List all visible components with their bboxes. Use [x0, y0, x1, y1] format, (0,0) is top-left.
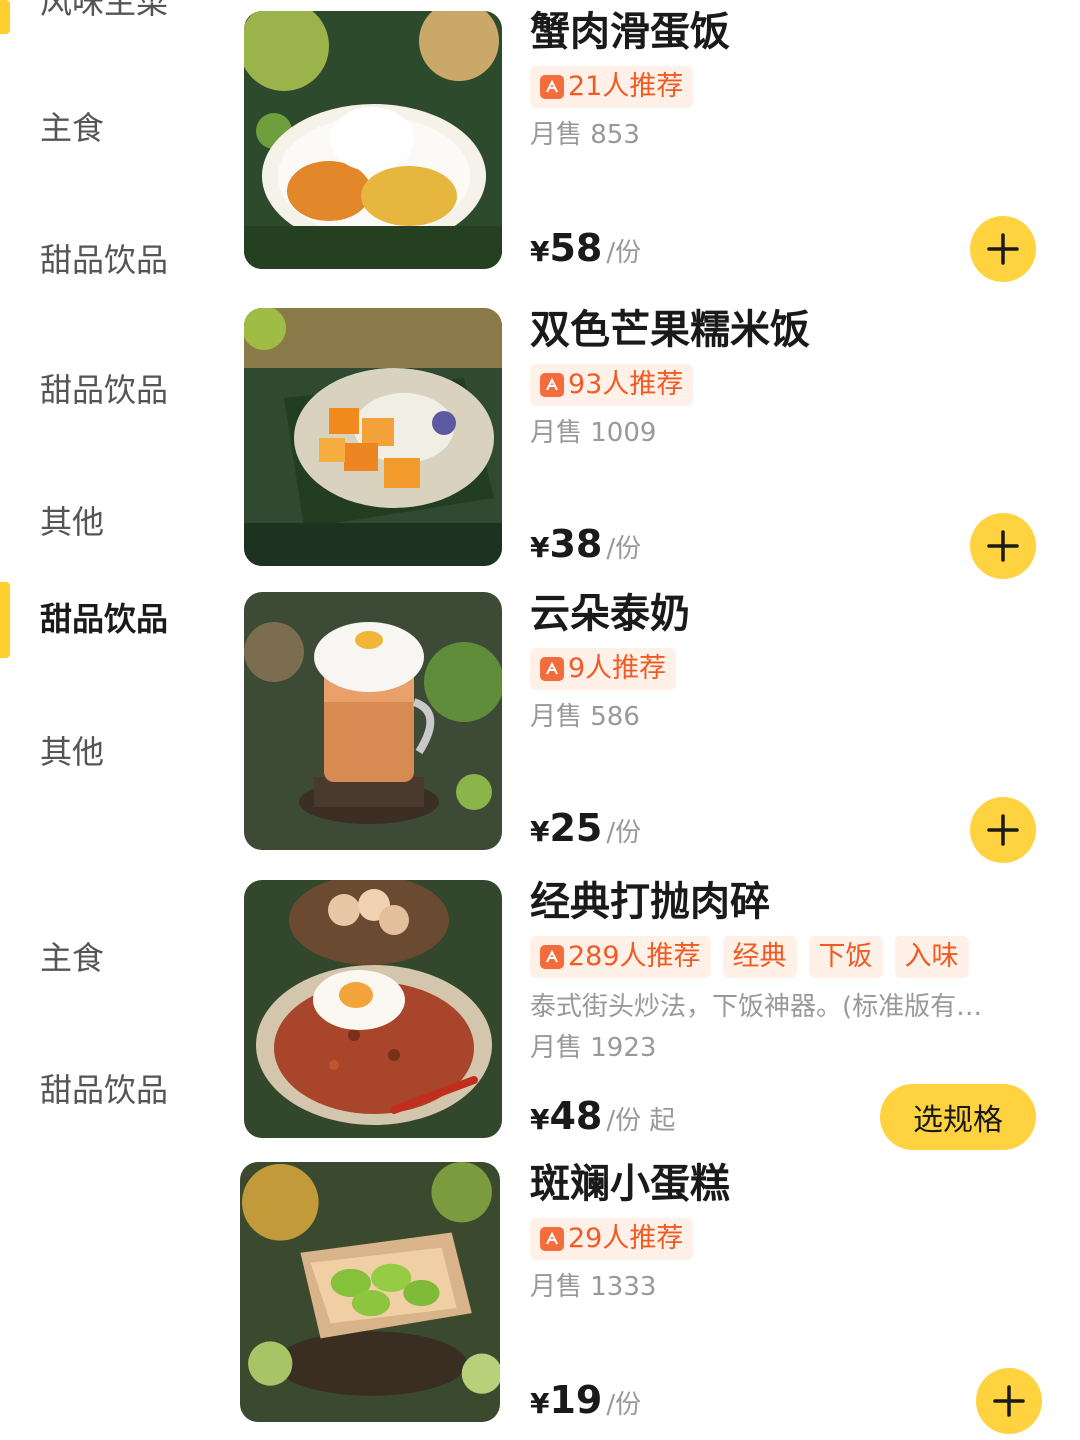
- price-value: 58: [549, 226, 603, 270]
- tag-row: 93人推荐: [530, 364, 694, 406]
- tag-goes-with-rice: 下饭: [808, 936, 883, 978]
- menu-item[interactable]: 云朵泰奶 9人推荐 月售 586 ¥25/份: [0, 584, 1080, 868]
- recommend-count: 289人推荐: [568, 941, 701, 972]
- monthly-sales: 月售 586: [530, 702, 640, 732]
- dish-photo-cloud-thai-milk-tea[interactable]: [244, 592, 502, 850]
- tag-row: 289人推荐 经典 下饭 入味: [530, 936, 969, 978]
- add-to-cart-button[interactable]: [970, 216, 1036, 282]
- recommend-icon: [540, 945, 564, 969]
- recommend-icon: [540, 373, 564, 397]
- recommend-badge: 93人推荐: [530, 364, 694, 406]
- recommend-badge: 21人推荐: [530, 66, 694, 108]
- recommend-badge: 289人推荐: [530, 936, 711, 978]
- menu-item[interactable]: 经典打抛肉碎 289人推荐 经典 下饭 入味 泰式街头炒法，下饭神器。(标准版有…: [0, 872, 1080, 1152]
- price-unit: /份: [606, 818, 642, 848]
- currency-symbol: ¥: [530, 531, 550, 564]
- dish-name: 双色芒果糯米饭: [530, 307, 810, 353]
- recommend-count: 9人推荐: [568, 653, 667, 684]
- menu-item[interactable]: 蟹肉滑蛋饭 21人推荐 月售 853 ¥58/份: [0, 0, 1080, 290]
- price: ¥25/份: [530, 806, 641, 850]
- price-unit: /份 起: [606, 1106, 676, 1136]
- monthly-sales: 月售 1333: [530, 1272, 657, 1302]
- price-unit: /份: [606, 534, 642, 564]
- monthly-sales: 月售 1009: [530, 418, 657, 448]
- recommend-count: 29人推荐: [568, 1223, 684, 1254]
- price-unit: /份: [606, 238, 642, 268]
- dish-name: 蟹肉滑蛋饭: [530, 9, 730, 55]
- dish-name: 斑斓小蛋糕: [530, 1161, 730, 1207]
- monthly-sales: 月售 1923: [530, 1033, 657, 1063]
- recommend-badge: 9人推荐: [530, 648, 677, 690]
- tag-row: 21人推荐: [530, 66, 694, 108]
- price-value: 19: [549, 1378, 603, 1422]
- add-to-cart-button[interactable]: [970, 797, 1036, 863]
- menu-item[interactable]: 双色芒果糯米饭 93人推荐 月售 1009 ¥38/份: [0, 300, 1080, 580]
- recommend-icon: [540, 75, 564, 99]
- recommend-badge: 29人推荐: [530, 1218, 694, 1260]
- dish-name: 经典打抛肉碎: [530, 879, 770, 925]
- plus-icon: [987, 530, 1019, 562]
- recommend-icon: [540, 657, 564, 681]
- add-to-cart-button[interactable]: [970, 513, 1036, 579]
- tag-classic: 经典: [722, 936, 797, 978]
- plus-icon: [987, 233, 1019, 265]
- tag-row: 29人推荐: [530, 1218, 694, 1260]
- plus-icon: [993, 1385, 1025, 1417]
- recommend-count: 21人推荐: [568, 71, 684, 102]
- currency-symbol: ¥: [530, 1103, 550, 1136]
- tag-flavorful: 入味: [894, 936, 969, 978]
- currency-symbol: ¥: [530, 235, 550, 268]
- recommend-count: 93人推荐: [568, 369, 684, 400]
- add-to-cart-button[interactable]: [976, 1368, 1042, 1434]
- price: ¥38/份: [530, 522, 641, 566]
- price-value: 25: [549, 806, 603, 850]
- dish-photo-crab-egg-rice[interactable]: [244, 11, 502, 269]
- price-value: 48: [549, 1094, 603, 1138]
- recommend-icon: [540, 1227, 564, 1251]
- price: ¥58/份: [530, 226, 641, 270]
- currency-symbol: ¥: [530, 815, 550, 848]
- dish-description: 泰式街头炒法，下饭神器。(标准版有…: [530, 992, 983, 1022]
- price: ¥19/份: [530, 1378, 641, 1422]
- menu-item[interactable]: 斑斓小蛋糕 29人推荐 月售 1333 ¥19/份: [0, 1156, 1080, 1440]
- dish-photo-mango-sticky-rice[interactable]: [244, 308, 502, 566]
- price: ¥48/份 起: [530, 1094, 675, 1138]
- choose-spec-button[interactable]: 选规格: [880, 1084, 1036, 1150]
- price-unit: /份: [606, 1390, 642, 1420]
- dish-photo-basil-minced-pork[interactable]: [244, 880, 502, 1138]
- dish-photo-pandan-cakes[interactable]: [240, 1162, 500, 1422]
- price-value: 38: [549, 522, 603, 566]
- dish-name: 云朵泰奶: [530, 591, 690, 637]
- currency-symbol: ¥: [530, 1387, 550, 1420]
- monthly-sales: 月售 853: [530, 120, 640, 150]
- tag-row: 9人推荐: [530, 648, 677, 690]
- plus-icon: [987, 814, 1019, 846]
